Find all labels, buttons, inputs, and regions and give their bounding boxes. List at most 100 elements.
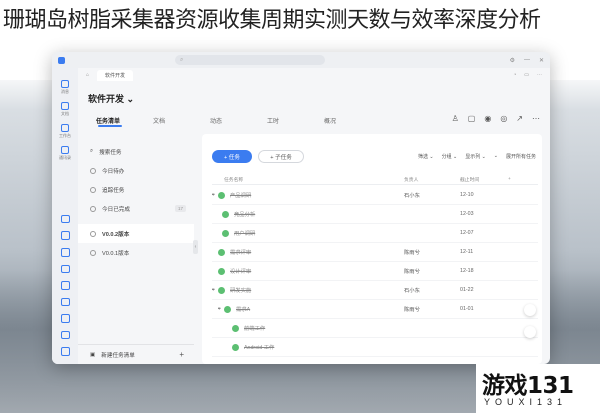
columns-dropdown[interactable]: 显示列 ⌄ bbox=[465, 153, 486, 160]
members-icon[interactable]: ♙ bbox=[452, 114, 459, 123]
settings-circle-icon[interactable]: ◉ bbox=[484, 114, 491, 123]
col-owner[interactable]: 负责人 bbox=[404, 176, 460, 183]
ellipsis-icon[interactable]: ⋯ bbox=[532, 114, 540, 123]
watermark-subtitle: YOUXI131 bbox=[484, 397, 568, 407]
doc-icon bbox=[61, 102, 69, 110]
home-icon[interactable]: ⌂ bbox=[86, 72, 89, 78]
table-row[interactable]: Android 工作 bbox=[212, 338, 538, 357]
table-row[interactable]: 设计评审 陈雨兮 12-18 bbox=[212, 262, 538, 281]
done-check-icon[interactable] bbox=[224, 305, 231, 313]
table-row[interactable]: ▾ 需求A 陈雨兮 01-01 bbox=[212, 300, 538, 319]
rail-item-workbench[interactable]: 工作台 bbox=[59, 124, 71, 139]
filter-bar: 筛选 ⌄ 分组 ⌄ 显示列 ⌄ ⌄ 展开所有任务 bbox=[418, 153, 536, 160]
window-icon[interactable]: ▭ bbox=[524, 72, 529, 78]
more-dots-icon[interactable]: ⋯ bbox=[537, 72, 542, 78]
sub-tabbar: ⌂ 软件开发 ◔ ▭ ⋯ bbox=[78, 68, 550, 82]
task-sidebar: ⌕ 搜索任务 今日待办 追踪任务 今日已完成 17 V0.0.2版本 V0.0.1版… bbox=[78, 134, 194, 364]
collapse-sidebar-handle[interactable]: ‹ bbox=[193, 240, 198, 254]
tab-task-list[interactable]: 任务清单 bbox=[96, 116, 153, 127]
module-tabs: 任务清单 文档 动态 工时 概况 bbox=[96, 116, 381, 127]
sidebar-item-done-today[interactable]: 今日已完成 17 bbox=[78, 199, 194, 218]
calendar-small-icon bbox=[90, 167, 96, 174]
done-check-icon[interactable] bbox=[218, 191, 225, 199]
list-icon bbox=[90, 230, 96, 237]
task-table-panel: + 任务 + 子任务 筛选 ⌄ 分组 ⌄ 显示列 ⌄ ⌄ 展开所有任务 任务名称… bbox=[202, 134, 542, 364]
tab-software-dev[interactable]: 软件开发 bbox=[97, 69, 134, 81]
app-rail: 消息 文档 工作台 通讯录 bbox=[52, 68, 78, 364]
mail-icon[interactable] bbox=[60, 264, 70, 274]
contacts-icon bbox=[61, 146, 69, 154]
app-window: ⌕ ⚙ — ✕ 消息 文档 工作台 通讯录 ⌂ 软件开发 ◔ ▭ ⋯ 软件开发 … bbox=[52, 52, 550, 364]
sidebar-item-v001[interactable]: V0.0.1版本 bbox=[78, 243, 194, 262]
list-icon bbox=[90, 249, 96, 256]
table-row[interactable]: 用户调研 12-07 bbox=[212, 224, 538, 243]
close-icon[interactable]: ✕ bbox=[539, 57, 544, 64]
rail-item-contacts[interactable]: 通讯录 bbox=[59, 146, 71, 161]
done-check-icon[interactable] bbox=[218, 286, 225, 294]
lock-icon[interactable] bbox=[524, 304, 536, 316]
table-row[interactable]: 需求评审 陈雨兮 12-11 bbox=[212, 243, 538, 262]
tab-docs[interactable]: 文档 bbox=[153, 116, 210, 125]
check-circle-icon bbox=[90, 205, 96, 212]
new-task-list-button[interactable]: ▣ 新建任务清单 + bbox=[78, 344, 194, 364]
tab-actions: ♙ ▢ ◉ ◎ ↗ ⋯ bbox=[452, 114, 540, 123]
rail-item-messages[interactable]: 消息 bbox=[61, 80, 69, 95]
done-check-icon[interactable] bbox=[232, 343, 239, 351]
table-row[interactable]: ▾ 产品调研 石小东 12-10 bbox=[212, 186, 538, 205]
tab-activity[interactable]: 动态 bbox=[210, 116, 267, 125]
eye-icon bbox=[90, 186, 96, 193]
group-dropdown[interactable]: 分组 ⌄ bbox=[442, 153, 458, 160]
search-icon: ⌕ bbox=[90, 148, 94, 154]
settings-icon[interactable]: ⚙ bbox=[510, 57, 515, 64]
face-icon[interactable] bbox=[60, 330, 70, 340]
filter-dropdown[interactable]: 筛选 ⌄ bbox=[418, 153, 434, 160]
chat-icon[interactable]: ▢ bbox=[468, 114, 476, 123]
project-title[interactable]: 软件开发 ⌄ bbox=[88, 92, 134, 105]
tab-worktime[interactable]: 工时 bbox=[267, 116, 324, 125]
new-list-icon: ▣ bbox=[90, 351, 96, 358]
app-logo-icon bbox=[58, 56, 65, 64]
calendar-icon[interactable] bbox=[60, 214, 70, 224]
global-search-input[interactable]: ⌕ bbox=[175, 55, 325, 65]
add-subtask-button[interactable]: + 子任务 bbox=[258, 150, 304, 163]
add-column-button[interactable]: + bbox=[508, 177, 511, 182]
tab-overview[interactable]: 概况 bbox=[324, 116, 381, 125]
done-check-icon[interactable] bbox=[222, 229, 229, 237]
grid-icon bbox=[61, 124, 69, 132]
done-check-icon[interactable] bbox=[218, 267, 225, 275]
share-icon[interactable]: ↗ bbox=[516, 114, 523, 123]
link-icon[interactable] bbox=[60, 297, 70, 307]
count-badge: 17 bbox=[174, 205, 186, 212]
table-row[interactable]: 前端工作 bbox=[212, 319, 538, 338]
add-task-button[interactable]: + 任务 bbox=[212, 150, 252, 163]
expand-all-button[interactable]: 展开所有任务 bbox=[506, 153, 536, 160]
approval-icon[interactable] bbox=[60, 231, 70, 241]
titlebar: ⌕ ⚙ — ✕ bbox=[52, 52, 550, 68]
task-icon[interactable] bbox=[60, 281, 70, 290]
site-watermark: 游戏131 YOUXI131 bbox=[476, 364, 600, 413]
table-row[interactable]: 竞品分析 12-03 bbox=[212, 205, 538, 224]
table-row[interactable]: ▾ 研发实施 石小东 01-22 bbox=[212, 281, 538, 300]
table-header: 任务名称 负责人 截止时间 + bbox=[212, 174, 538, 185]
task-rows: ▾ 产品调研 石小东 12-10 竞品分析 12-03 用户调研 12-07 需求评审 陈雨… bbox=[212, 186, 538, 357]
target-icon[interactable]: ◎ bbox=[500, 114, 507, 123]
col-task-name[interactable]: 任务名称 bbox=[212, 176, 404, 183]
done-check-icon[interactable] bbox=[218, 248, 225, 256]
minimize-icon[interactable]: — bbox=[524, 57, 530, 64]
rail-item-docs[interactable]: 文档 bbox=[61, 102, 69, 117]
drive-icon[interactable] bbox=[60, 314, 70, 323]
done-check-icon[interactable] bbox=[232, 324, 239, 332]
pin-icon[interactable] bbox=[60, 248, 70, 257]
plus-icon[interactable]: + bbox=[179, 350, 184, 359]
sidebar-item-today[interactable]: 今日待办 bbox=[78, 161, 194, 180]
layers-icon[interactable] bbox=[524, 326, 536, 338]
expand-toggle[interactable]: ⌄ bbox=[494, 153, 498, 160]
sidebar-item-v002[interactable]: V0.0.2版本 bbox=[78, 224, 194, 243]
col-due[interactable]: 截止时间 bbox=[460, 176, 508, 183]
done-check-icon[interactable] bbox=[222, 210, 229, 218]
watermark-title: 游戏131 bbox=[482, 373, 574, 399]
more-icon[interactable] bbox=[60, 347, 70, 356]
sidebar-item-search[interactable]: ⌕ 搜索任务 bbox=[78, 142, 194, 161]
notification-icon[interactable]: ◔ bbox=[513, 72, 516, 78]
sidebar-item-tracking[interactable]: 追踪任务 bbox=[78, 180, 194, 199]
